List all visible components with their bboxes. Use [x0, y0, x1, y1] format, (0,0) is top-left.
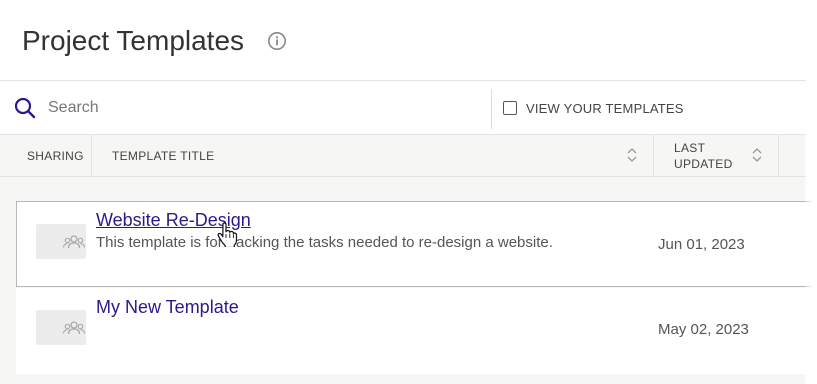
column-header-template-title[interactable]: TEMPLATE TITLE: [92, 135, 654, 176]
table-header: SHARING TEMPLATE TITLE LAST UPDATED: [0, 135, 806, 177]
search-input[interactable]: [48, 93, 478, 123]
group-icon: [62, 235, 86, 249]
search-icon[interactable]: [13, 96, 37, 120]
page-title: Project Templates: [22, 25, 245, 56]
column-template-title-label: TEMPLATE TITLE: [112, 148, 215, 163]
sharing-thumbnail: [36, 310, 86, 345]
template-list: Website Re-Design This template is for t…: [0, 177, 816, 384]
table-row[interactable]: Website Re-Design This template is for t…: [16, 201, 816, 287]
sharing-thumbnail: [36, 224, 86, 259]
column-header-last-updated[interactable]: LAST UPDATED: [654, 135, 779, 176]
template-description: This template is for tracking the tasks …: [96, 234, 553, 251]
last-updated-date: May 02, 2023: [658, 321, 749, 338]
page-header: Project Templates: [0, 0, 806, 81]
template-title-link[interactable]: Website Re-Design: [96, 210, 251, 231]
sort-icon[interactable]: [752, 147, 762, 163]
column-header-sharing: SHARING: [0, 135, 92, 176]
page: Project Templates VIEW YOUR TEMPLATES SH…: [0, 0, 817, 384]
column-last-updated-line2: UPDATED: [674, 156, 733, 171]
toolbar: VIEW YOUR TEMPLATES: [0, 81, 806, 135]
column-last-updated-line1: LAST: [674, 140, 706, 155]
column-last-updated-label: LAST UPDATED: [674, 140, 733, 172]
sort-icon[interactable]: [627, 147, 637, 163]
view-your-templates-toggle[interactable]: VIEW YOUR TEMPLATES: [503, 98, 684, 118]
table-row[interactable]: My New Template May 02, 2023: [16, 288, 816, 374]
group-icon: [62, 321, 86, 335]
view-your-templates-checkbox[interactable]: [503, 101, 517, 115]
last-updated-date: Jun 01, 2023: [658, 236, 745, 253]
column-sharing-label: SHARING: [27, 148, 84, 163]
toolbar-divider: [491, 89, 492, 129]
info-circle-icon[interactable]: [267, 31, 287, 51]
view-your-templates-label: VIEW YOUR TEMPLATES: [526, 100, 684, 116]
template-title-link[interactable]: My New Template: [96, 297, 239, 318]
